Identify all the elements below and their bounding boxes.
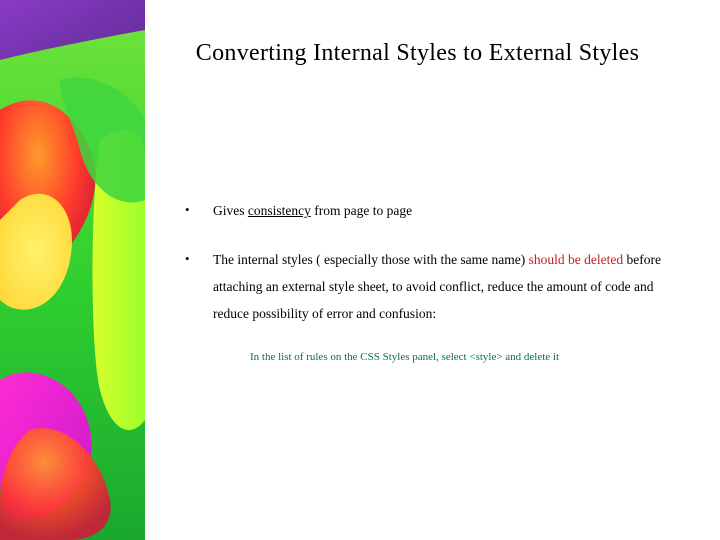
slide-title: Converting Internal Styles to External S… xyxy=(145,40,690,67)
sub-note: In the list of rules on the CSS Styles p… xyxy=(250,349,690,367)
bullet-text-post: from page to page xyxy=(311,203,412,218)
bullet-list: Gives consistency from page to page The … xyxy=(185,197,690,327)
bullet-item: Gives consistency from page to page xyxy=(185,197,690,224)
decorative-sidebar-graphic xyxy=(0,0,145,540)
bullet-text-pre: The internal styles ( especially those w… xyxy=(213,252,529,267)
bullet-text-underlined: consistency xyxy=(248,203,311,218)
bullet-item: The internal styles ( especially those w… xyxy=(185,246,690,327)
bullet-text-pre: Gives xyxy=(213,203,248,218)
bullet-text-emphasis: should be deleted xyxy=(529,252,623,267)
slide-content: Converting Internal Styles to External S… xyxy=(145,0,720,540)
